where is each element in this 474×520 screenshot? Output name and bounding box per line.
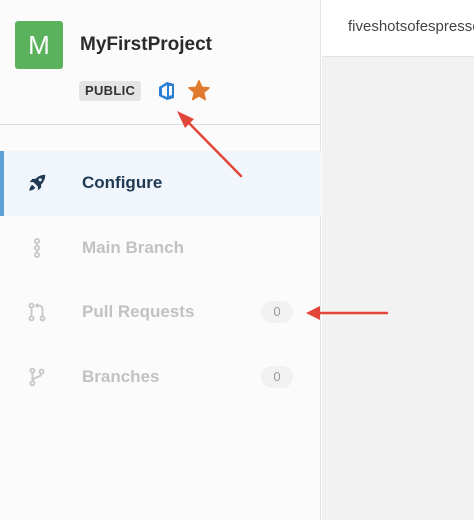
sidebar-item-branches[interactable]: Branches 0 xyxy=(0,345,321,410)
main-content-area xyxy=(322,57,474,520)
top-bar: fiveshotsofespresso xyxy=(322,0,474,57)
sidebar-item-pull-requests[interactable]: Pull Requests 0 xyxy=(0,280,321,345)
sidebar-item-label: Pull Requests xyxy=(82,302,195,322)
sidebar: M MyFirstProject PUBLIC Configure Main B… xyxy=(0,0,321,520)
project-title[interactable]: MyFirstProject xyxy=(80,34,212,56)
pull-request-icon xyxy=(26,301,48,323)
azure-devops-icon[interactable] xyxy=(155,79,179,103)
sidebar-item-label: Main Branch xyxy=(82,237,185,257)
sidebar-item-main-branch[interactable]: Main Branch xyxy=(0,216,321,281)
sidebar-item-configure[interactable]: Configure xyxy=(0,151,321,216)
branch-icon xyxy=(26,366,48,388)
branches-count-badge: 0 xyxy=(261,365,293,388)
avatar[interactable]: M xyxy=(15,21,63,69)
sidebar-item-label: Configure xyxy=(82,173,163,193)
project-header: M MyFirstProject PUBLIC xyxy=(0,0,321,125)
pull-requests-count-badge: 0 xyxy=(261,301,293,324)
sidebar-nav: Configure Main Branch Pull Requests 0 Br… xyxy=(0,151,321,409)
star-icon[interactable] xyxy=(187,79,211,103)
commit-line-icon xyxy=(26,237,48,259)
rocket-icon xyxy=(26,172,48,194)
visibility-badge: PUBLIC xyxy=(79,81,142,101)
sidebar-item-label: Branches xyxy=(82,366,160,386)
organization-name[interactable]: fiveshotsofespresso xyxy=(348,18,474,35)
